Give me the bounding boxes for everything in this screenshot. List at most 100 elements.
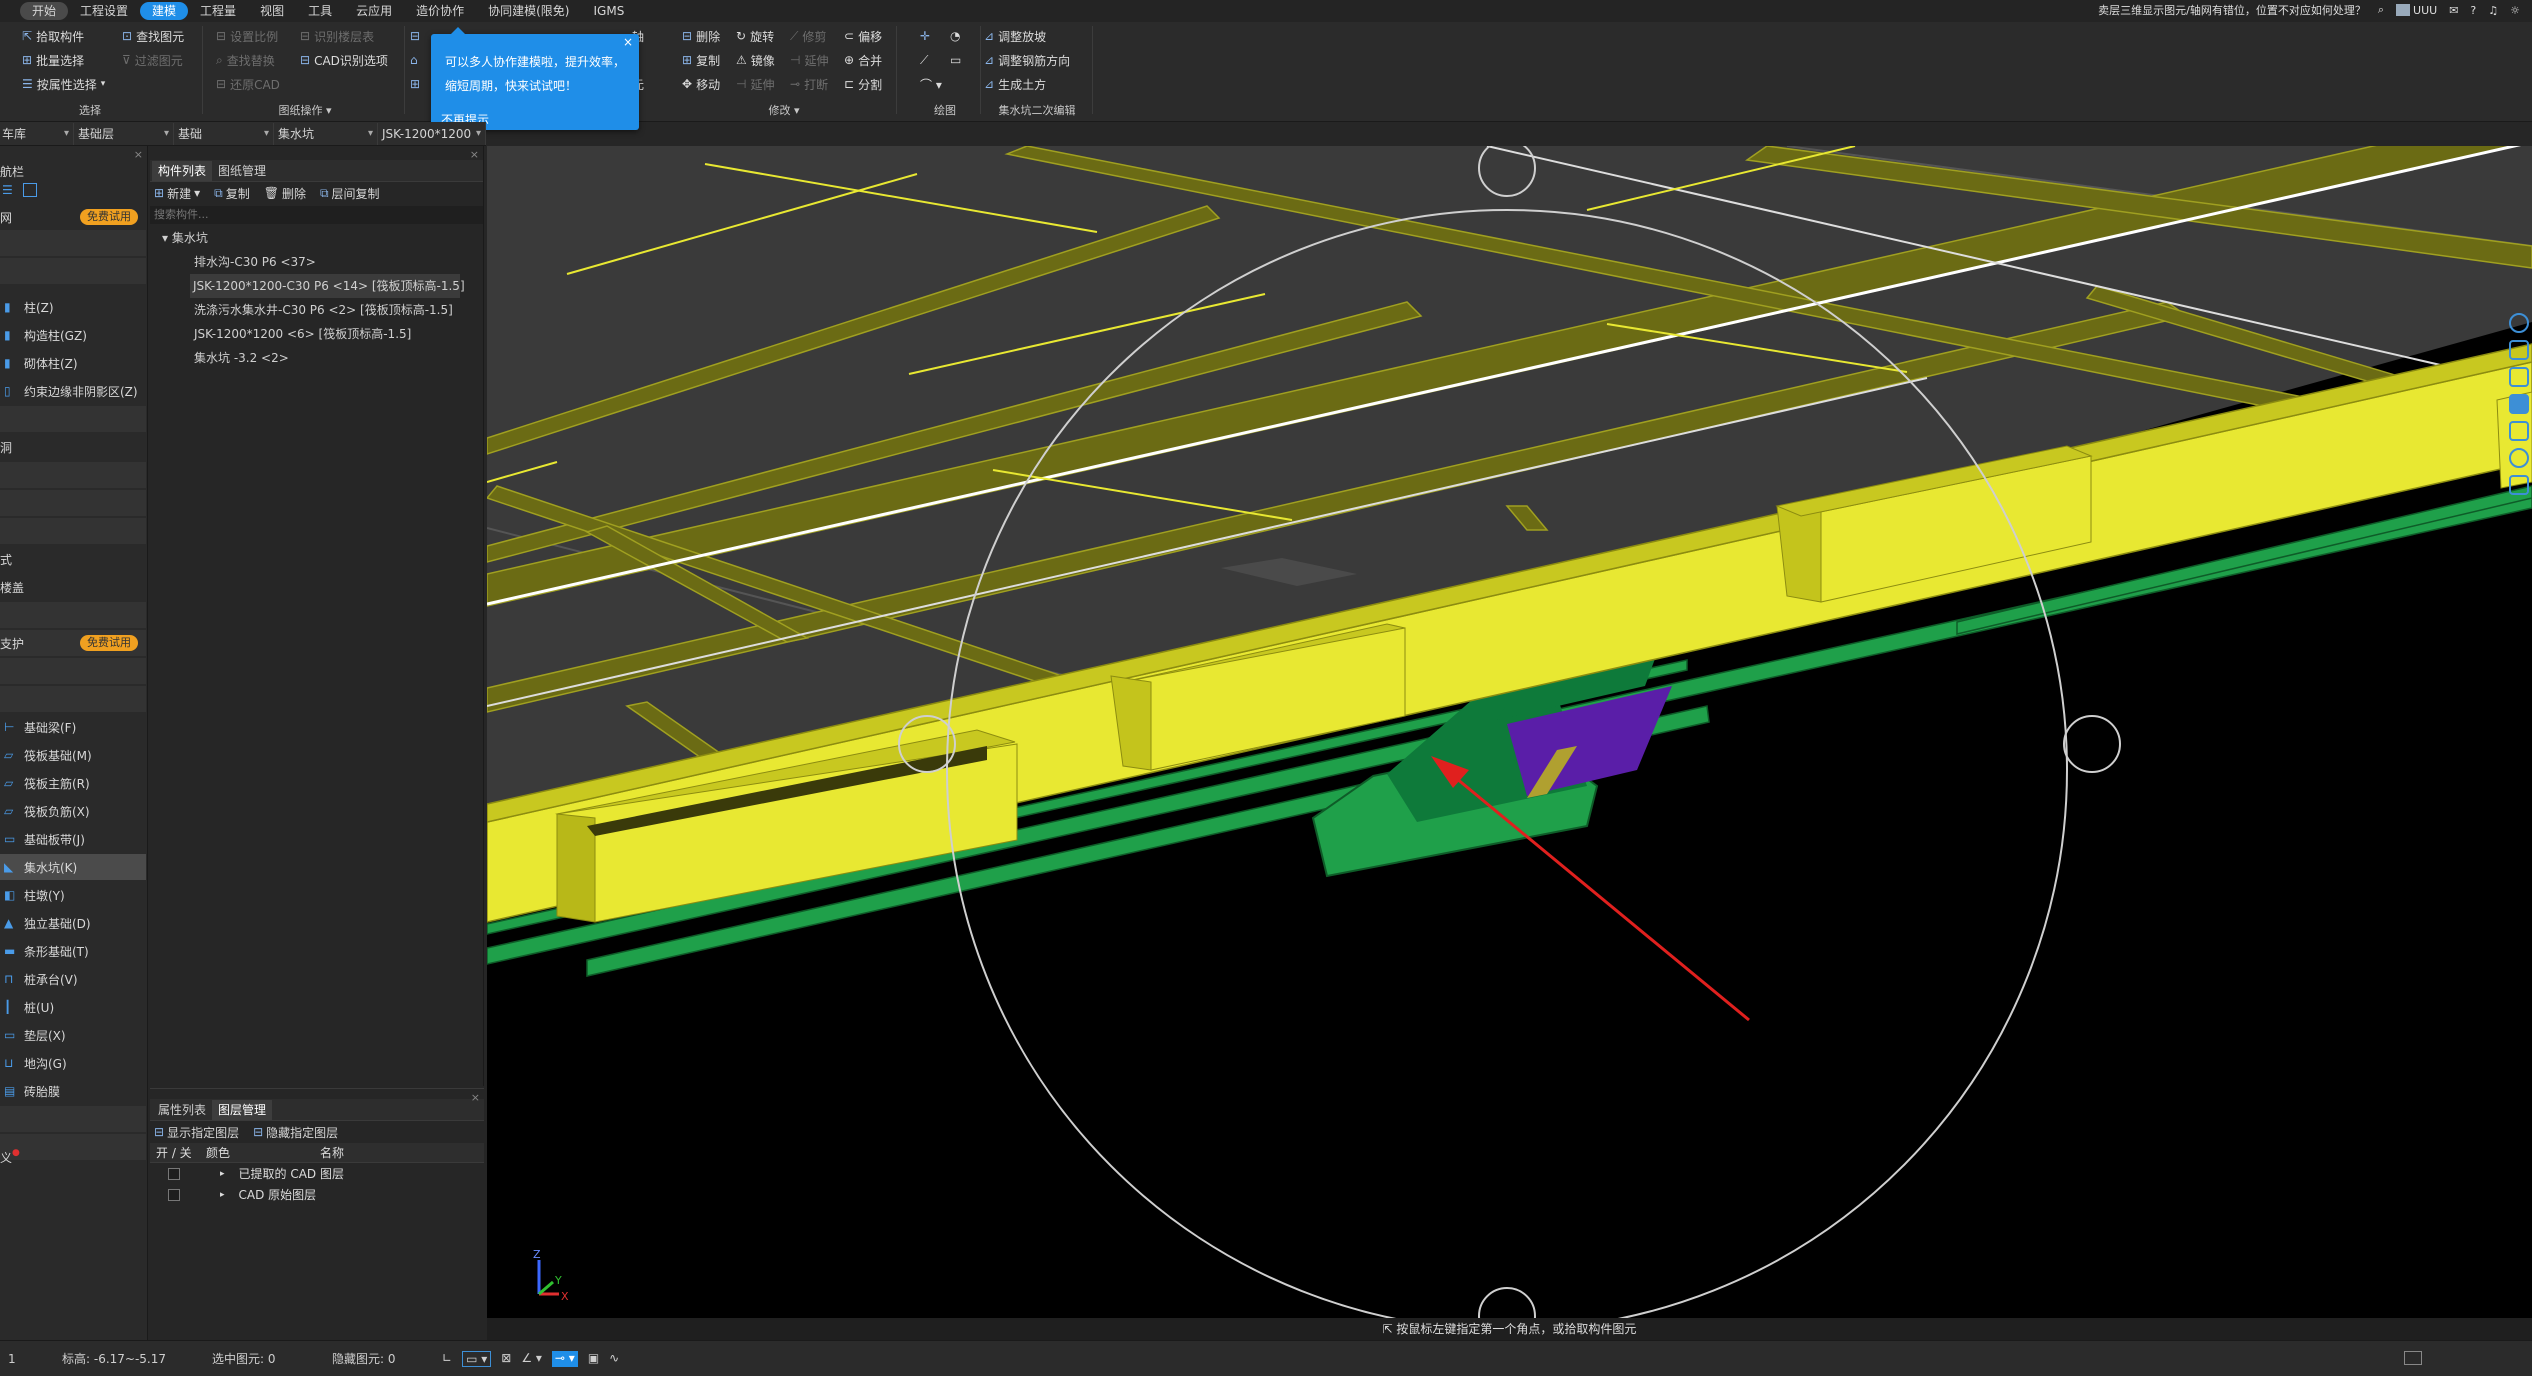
nav-item-cushion[interactable]: ▭ 垫层(X) xyxy=(0,1022,146,1048)
close-icon[interactable]: × xyxy=(471,1091,480,1104)
break-button[interactable]: ⊸ 打断 xyxy=(790,74,828,94)
help-question-link[interactable]: 卖层三维显示图元/轴网有错位，位置不对应如何处理？ xyxy=(2098,2,2366,18)
curve-icon[interactable]: ∿ xyxy=(609,1351,619,1367)
point-draw-icon[interactable]: ✛ xyxy=(920,26,930,46)
iso-view-icon[interactable] xyxy=(2509,367,2529,387)
delete-component-button[interactable]: 🗑 删除 xyxy=(264,185,306,202)
show-layer-button[interactable]: ⊟ 显示指定图层 xyxy=(154,1124,239,1141)
tree-root-sump-pit[interactable]: ▾ 集水坑 xyxy=(150,226,483,250)
keyboard-icon[interactable] xyxy=(2404,1351,2422,1365)
find-element-button[interactable]: ⊡ 查找图元 xyxy=(122,26,184,46)
layer-checkbox[interactable] xyxy=(168,1167,180,1180)
tab-cloud[interactable]: 云应用 xyxy=(344,2,404,20)
find-replace-button[interactable]: ⌕ 查找替换 xyxy=(216,50,275,70)
tree-item-selected[interactable]: JSK-1200*1200-C30 P6 <14> [筏板顶标高-1.5] xyxy=(190,274,465,298)
rotate-button[interactable]: ↻ 旋转 xyxy=(736,26,774,46)
tab-igms[interactable]: IGMS xyxy=(582,2,637,20)
generate-earthwork-button[interactable]: ⊿ 生成土方 xyxy=(984,74,1046,94)
expand-icon[interactable]: ▸ xyxy=(220,1169,225,1179)
rect-select-icon[interactable]: ▭ ▾ xyxy=(462,1350,492,1367)
set-scale-button[interactable]: ⊟ 设置比例 xyxy=(216,26,278,46)
free-trial-badge[interactable]: 免费试用 xyxy=(80,635,138,651)
close-icon[interactable]: × xyxy=(470,148,479,161)
tab-drawing-management[interactable]: 图纸管理 xyxy=(212,161,272,181)
adjust-rebar-direction-button[interactable]: ⊿ 调整钢筋方向 xyxy=(984,50,1070,70)
offset-button[interactable]: ⊂ 偏移 xyxy=(844,26,882,46)
nav-item-brick-mold[interactable]: ▤ 砖胎膜 xyxy=(0,1078,146,1104)
nav-item-column-pier[interactable]: ◧ 柱墩(Y) xyxy=(0,882,146,908)
snap-icon[interactable]: ⊸ ▾ xyxy=(551,1350,578,1367)
tab-property-list[interactable]: 属性列表 xyxy=(152,1100,212,1120)
copy-button[interactable]: ⊞ 复制 xyxy=(682,50,720,70)
tab-component-list[interactable]: 构件列表 xyxy=(152,161,213,181)
nav-item-foundation-strip[interactable]: ▭ 基础板带(J) xyxy=(0,826,146,852)
merge-button[interactable]: ⊕ 合并 xyxy=(844,50,882,70)
nav-section-support[interactable]: 支护 免费试用 xyxy=(0,630,146,656)
angle-icon[interactable]: ∠ ▾ xyxy=(521,1351,542,1367)
pick-component-button[interactable]: ⇱ 拾取构件 xyxy=(22,26,84,46)
nav-item-custom[interactable]: 义 ● xyxy=(0,1146,146,1168)
tab-cost-collab[interactable]: 造价协作 xyxy=(404,2,476,20)
nav-item-trench[interactable]: ⊔ 地沟(G) xyxy=(0,1050,146,1076)
orbit-view-icon[interactable] xyxy=(2509,313,2529,333)
nav-item-sump-pit[interactable]: ◣ 集水坑(K) xyxy=(0,854,146,880)
display-icon[interactable]: ▣ xyxy=(588,1351,599,1367)
3d-view-icon[interactable] xyxy=(2509,394,2529,414)
rotate-point-icon[interactable]: ◔ xyxy=(950,26,960,46)
nav-item-raft-foundation[interactable]: ▱ 筏板基础(M) xyxy=(0,742,146,768)
floor-group-select[interactable]: 车库 xyxy=(0,123,74,145)
tab-collab-modeling[interactable]: 协同建模(限免) xyxy=(476,2,581,20)
category-select[interactable]: 基础 xyxy=(174,123,274,145)
floor-select[interactable]: 基础层 xyxy=(74,123,174,145)
layer-view-icon[interactable] xyxy=(2509,475,2529,495)
ortho-icon[interactable]: ∟ xyxy=(442,1351,452,1367)
type-select[interactable]: 集水坑 xyxy=(274,123,378,145)
3d-viewport[interactable]: Z Y X xyxy=(487,146,2532,1318)
bell-icon[interactable]: ♫ xyxy=(2488,4,2498,17)
nav-item-foundation-beam[interactable]: ⊢ 基础梁(F) xyxy=(0,714,146,740)
tree-view-icon[interactable]: ☰ xyxy=(2,183,13,197)
arc-draw-icon[interactable]: ⌒ ▾ xyxy=(920,74,942,94)
tab-layer-management[interactable]: 图层管理 xyxy=(212,1100,273,1120)
component-search-input[interactable]: 搜索构件... xyxy=(150,206,483,224)
free-trial-badge[interactable]: 免费试用 xyxy=(80,209,138,225)
nav-item-raft-main-rebar[interactable]: ▱ 筏板主筋(R) xyxy=(0,770,146,796)
batch-select-button[interactable]: ⊞ 批量选择 xyxy=(22,50,84,70)
nav-section-floor[interactable]: 楼盖 xyxy=(0,574,146,600)
modify-group-label[interactable]: 修改 ▾ xyxy=(676,102,892,118)
nav-item-strip-footing[interactable]: ▬ 条形基础(T) xyxy=(0,938,146,964)
tab-view[interactable]: 视图 xyxy=(248,2,296,20)
list-view-icon[interactable] xyxy=(22,183,37,197)
close-icon[interactable]: × xyxy=(623,35,633,49)
rect-draw-icon[interactable]: ▭ xyxy=(950,50,961,70)
nav-item-pile-cap[interactable]: ⊓ 桩承台(V) xyxy=(0,966,146,992)
expand-icon[interactable]: ▸ xyxy=(220,1190,225,1200)
top-view-icon[interactable] xyxy=(2509,340,2529,360)
adjust-slope-button[interactable]: ⊿ 调整放坡 xyxy=(984,26,1046,46)
message-icon[interactable]: ✉ xyxy=(2449,4,2458,17)
tab-modeling[interactable]: 建模 xyxy=(140,2,189,20)
tab-project-settings[interactable]: 工程设置 xyxy=(68,2,140,20)
tab-start[interactable]: 开始 xyxy=(20,2,69,20)
identify-floor-table-button[interactable]: ⊟ 识别楼层表 xyxy=(300,26,374,46)
search-icon[interactable]: ⌕ xyxy=(2378,3,2384,17)
delete-button[interactable]: ⊟ 删除 xyxy=(682,26,720,46)
cross-select-icon[interactable]: ⊠ xyxy=(501,1351,511,1367)
hide-layer-button[interactable]: ⊟ 隐藏指定图层 xyxy=(253,1124,338,1141)
tree-item[interactable]: JSK-1200*1200 <6> [筏板顶标高-1.5] xyxy=(150,322,483,346)
settings-icon[interactable]: ☼ xyxy=(2510,4,2520,17)
nav-item-masonry-column[interactable]: ▮ 砌体柱(Z) xyxy=(0,350,146,376)
line-draw-icon[interactable]: ⟋ xyxy=(920,50,928,70)
ribbon-icon-b[interactable]: ⌂ xyxy=(410,50,418,70)
nav-section-style[interactable]: 式 xyxy=(0,546,146,572)
mirror-button[interactable]: ⚠ 镜像 xyxy=(736,50,775,70)
fullscreen-icon[interactable] xyxy=(2509,421,2529,441)
copy-between-floors-button[interactable]: ⧉ 层间复制 xyxy=(320,185,380,202)
nav-item-pile[interactable]: ┃ 桩(U) xyxy=(0,994,146,1020)
tree-item[interactable]: 集水坑 -3.2 <2> xyxy=(150,346,483,370)
settings-view-icon[interactable] xyxy=(2509,448,2529,468)
layer-checkbox[interactable] xyxy=(168,1188,180,1201)
cad-recognize-options-button[interactable]: ⊟ CAD识别选项 xyxy=(300,50,388,70)
trim-button[interactable]: ⟋ 修剪 xyxy=(790,26,826,46)
restore-cad-button[interactable]: ⊟ 还原CAD xyxy=(216,74,280,94)
